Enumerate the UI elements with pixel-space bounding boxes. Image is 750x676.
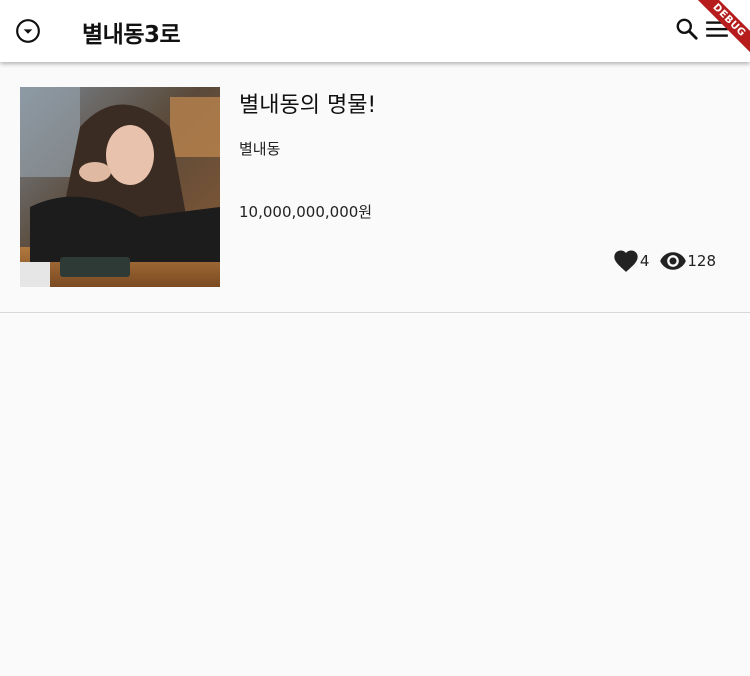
eye-icon	[660, 252, 687, 270]
view-stat: 128	[659, 247, 716, 275]
listing-title: 별내동의 명물!	[239, 93, 377, 118]
arrow-drop-down-circle-icon	[16, 19, 40, 43]
like-stat: 4	[612, 247, 650, 275]
listing-item[interactable]: 별내동의 명물! 별내동 10,000,000,000원 4 128	[0, 62, 750, 313]
menu-icon	[706, 21, 728, 37]
listing-price: 10,000,000,000원	[239, 203, 373, 221]
like-count: 4	[639, 252, 650, 270]
app-bar: 별내동3로	[0, 0, 750, 62]
listing-thumbnail	[20, 87, 220, 287]
view-count: 128	[687, 252, 716, 270]
search-icon	[676, 18, 698, 40]
heart-icon	[614, 250, 638, 272]
listing-location: 별내동	[239, 140, 281, 158]
listing-list: 별내동의 명물! 별내동 10,000,000,000원 4 128	[0, 62, 750, 313]
menu-button[interactable]	[702, 14, 732, 44]
location-title[interactable]: 별내동3로	[82, 15, 181, 49]
location-dropdown-button[interactable]	[13, 16, 43, 46]
search-button[interactable]	[672, 14, 702, 44]
listing-stats: 4 128	[612, 247, 716, 275]
